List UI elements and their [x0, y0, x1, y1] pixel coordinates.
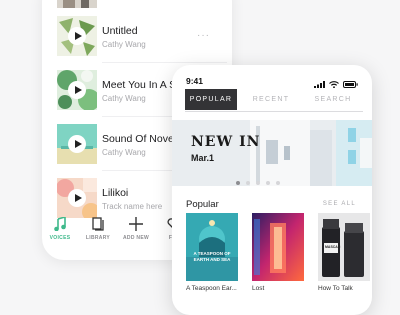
- play-icon[interactable]: [68, 135, 86, 153]
- see-all-link[interactable]: SEE ALL: [323, 201, 356, 207]
- play-icon[interactable]: [68, 189, 86, 207]
- banner-title: NEW IN: [191, 134, 261, 150]
- page-dot[interactable]: [256, 181, 260, 185]
- segmented-tabs: POPULAR RECENT SEARCH: [185, 89, 363, 112]
- divider: [102, 62, 227, 63]
- banner-date: Mar.1: [191, 153, 215, 163]
- tab-voices[interactable]: VOICES: [42, 216, 78, 241]
- book-cover[interactable]: MASCAR: [318, 213, 370, 281]
- home-phone-screen: 9:41 POPULAR RECENT SEARCH NEW IN Mar.1 …: [172, 65, 372, 315]
- book-cover[interactable]: [252, 213, 304, 281]
- more-options-icon[interactable]: ···: [197, 30, 210, 41]
- track-title: Untitled: [102, 25, 138, 37]
- track-title: Sound Of Nover: [102, 133, 172, 145]
- track-row[interactable]: Untitled Cathy Wang ···: [57, 16, 217, 58]
- track-artwork: [57, 16, 97, 56]
- track-artwork: [57, 124, 97, 164]
- book-cover-text: MASCAR: [325, 245, 341, 249]
- tab-add-new[interactable]: ADD NEW: [118, 216, 154, 241]
- book-cover-text: A TEASPOON OF EARTH AND SEA: [193, 251, 231, 262]
- track-row-partial[interactable]: [57, 0, 217, 8]
- play-icon[interactable]: [68, 81, 86, 99]
- carousel-pagination: [236, 181, 280, 185]
- page-dot[interactable]: [266, 181, 270, 185]
- tab-search[interactable]: SEARCH: [305, 89, 361, 110]
- track-artwork: [57, 70, 97, 110]
- track-artist: Track name here: [102, 202, 163, 211]
- library-icon: [80, 216, 116, 232]
- book-cover[interactable]: A TEASPOON OF EARTH AND SEA: [186, 213, 238, 281]
- track-artist: Cathy Wang: [102, 40, 146, 49]
- play-icon[interactable]: [68, 27, 86, 45]
- page-dot[interactable]: [246, 181, 250, 185]
- plus-icon: [118, 216, 154, 232]
- book-title: How To Talk: [318, 285, 353, 292]
- book-title: Lost: [252, 285, 265, 292]
- music-note-icon: [42, 216, 78, 232]
- featured-banner[interactable]: NEW IN Mar.1: [172, 120, 372, 186]
- tab-label: ADD NEW: [123, 235, 149, 241]
- tab-library[interactable]: LIBRARY: [80, 216, 116, 241]
- tab-label: LIBRARY: [85, 235, 111, 241]
- track-title: Meet You In A Se: [102, 79, 172, 91]
- status-time: 9:41: [186, 76, 204, 86]
- page-dot[interactable]: [276, 181, 280, 185]
- tab-recent[interactable]: RECENT: [243, 89, 299, 110]
- page-dot[interactable]: [236, 181, 240, 185]
- tab-popular[interactable]: POPULAR: [185, 89, 237, 110]
- book-title: A Teaspoon Ear...: [186, 285, 237, 292]
- tab-label: VOICES: [49, 235, 71, 241]
- track-artist: Cathy Wang: [102, 148, 146, 157]
- track-artist: Cathy Wang: [102, 94, 146, 103]
- track-title: Lilikoi: [102, 187, 129, 199]
- track-artwork: [57, 0, 97, 8]
- section-title: Popular: [186, 199, 219, 210]
